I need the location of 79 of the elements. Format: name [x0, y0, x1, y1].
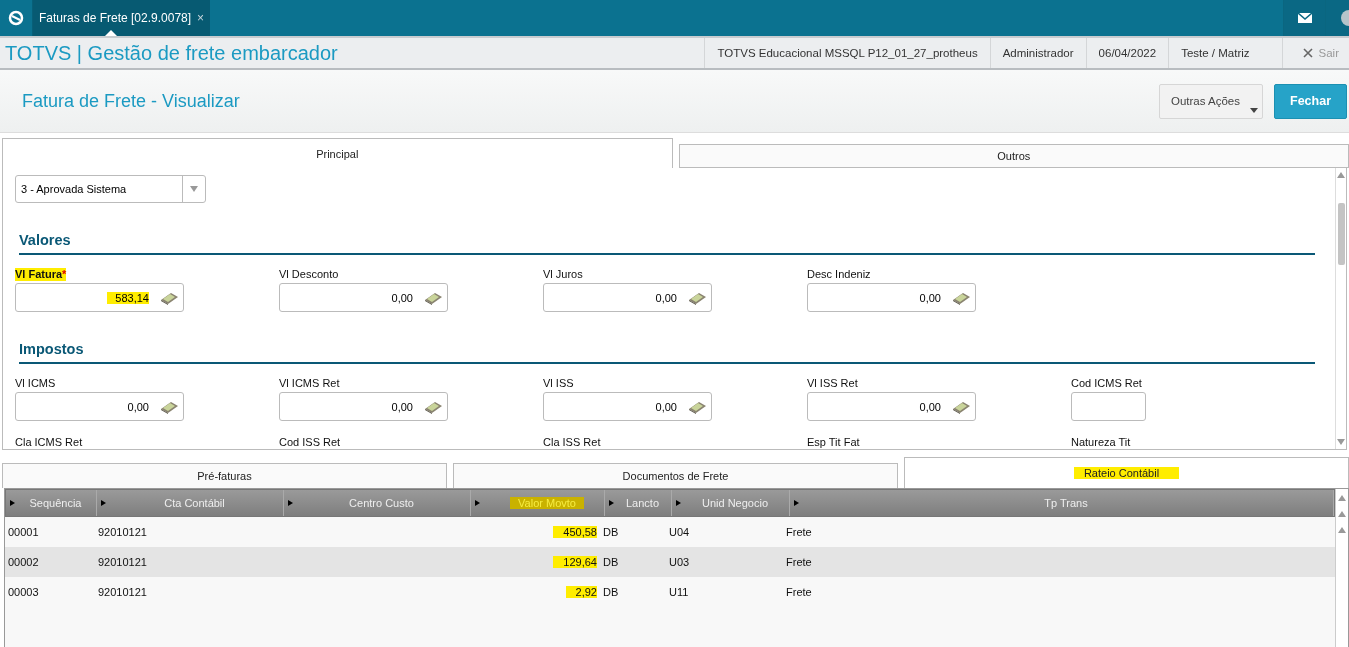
- field-label: Cod ICMS Ret: [1071, 377, 1142, 390]
- grid-tab[interactable]: Documentos de Frete: [453, 463, 898, 488]
- field-label: Vl ISS Ret: [807, 377, 858, 390]
- field-label: Desc Indeniz: [807, 268, 871, 281]
- field-label: Vl Fatura*: [15, 268, 67, 281]
- calculator-icon[interactable]: [159, 290, 179, 305]
- page-title: Fatura de Frete - Visualizar: [22, 90, 241, 112]
- table-cell: DB: [603, 586, 619, 598]
- input-field[interactable]: 583,14: [15, 283, 184, 312]
- header-info: Administrador: [989, 38, 1086, 68]
- field-value: 0,00: [655, 400, 677, 413]
- help-icon[interactable]: [1325, 0, 1349, 36]
- section-title: Valores: [19, 232, 1315, 255]
- calculator-icon[interactable]: [159, 399, 179, 414]
- table-cell: 92010121: [98, 556, 147, 568]
- grid-tab[interactable]: Rateio Contábil: [904, 457, 1349, 488]
- field-value: 0,00: [919, 400, 941, 413]
- table-cell: Frete: [786, 556, 812, 568]
- table-cell: DB: [603, 526, 619, 538]
- field-label: Cla ICMS Ret: [15, 436, 83, 449]
- header-info: Teste / Matriz: [1168, 38, 1262, 68]
- input-field[interactable]: 0,00: [807, 392, 976, 421]
- input-field[interactable]: 0,00: [15, 392, 184, 421]
- table-cell: U11: [669, 586, 689, 598]
- table-cell: 92010121: [98, 586, 147, 598]
- input-field[interactable]: 0,00: [807, 283, 976, 312]
- header-info: TOTVS Educacional MSSQL P12_01_27_protheus: [704, 38, 990, 68]
- field-value: 583,14: [107, 291, 149, 304]
- calculator-icon[interactable]: [951, 290, 971, 305]
- field-label: Cod ISS Ret: [279, 436, 341, 449]
- table-cell: 129,64: [553, 556, 597, 568]
- calculator-icon[interactable]: [423, 399, 443, 414]
- input-field[interactable]: [1071, 392, 1146, 421]
- field-value: 0,00: [655, 291, 677, 304]
- header-info: 06/04/2022: [1085, 38, 1169, 68]
- field-label: Vl ICMS Ret: [279, 377, 340, 390]
- calculator-icon[interactable]: [423, 290, 443, 305]
- input-field[interactable]: 0,00: [279, 283, 448, 312]
- scrollbar[interactable]: [1335, 168, 1346, 449]
- app-title: TOTVS | Gestão de frete embarcador: [5, 41, 339, 65]
- table-cell: 00001: [8, 526, 39, 538]
- field-value: 0,00: [127, 400, 149, 413]
- app-tab[interactable]: Faturas de Frete [02.9.0078] ×: [33, 0, 211, 36]
- field-value: 0,00: [391, 400, 413, 413]
- mail-icon[interactable]: [1283, 0, 1325, 36]
- input-field[interactable]: 0,00: [279, 392, 448, 421]
- table-cell: 00002: [8, 556, 39, 568]
- field-label: Vl Desconto: [279, 268, 339, 281]
- table-cell: Frete: [786, 526, 812, 538]
- table-cell: DB: [603, 556, 619, 568]
- input-field[interactable]: 0,00: [543, 283, 712, 312]
- field-label: Vl ISS: [543, 377, 574, 390]
- field-label: Vl Juros: [543, 268, 583, 281]
- field-value: 0,00: [391, 291, 413, 304]
- field-label: Natureza Tit: [1071, 436, 1131, 449]
- grid-tab[interactable]: Pré-faturas: [2, 463, 447, 488]
- table-cell: 00003: [8, 586, 39, 598]
- actions-button[interactable]: Outras Ações: [1158, 83, 1263, 119]
- close-icon[interactable]: [1302, 48, 1313, 58]
- field-label: Vl ICMS: [15, 377, 56, 390]
- calculator-icon[interactable]: [951, 399, 971, 414]
- field-label: Esp Tit Fat: [807, 436, 860, 449]
- table-cell: Frete: [786, 586, 812, 598]
- calculator-icon[interactable]: [687, 290, 707, 305]
- calculator-icon[interactable]: [687, 399, 707, 414]
- form-tab[interactable]: Principal: [2, 138, 673, 168]
- section-title: Impostos: [19, 341, 1315, 364]
- table-cell: 2,92: [565, 586, 597, 598]
- status-dropdown[interactable]: 3 - Aprovada Sistema: [15, 175, 206, 203]
- table-cell: 92010121: [98, 526, 147, 538]
- field-label: Cla ISS Ret: [543, 436, 601, 449]
- field-value: 0,00: [919, 291, 941, 304]
- table-cell: U04: [669, 526, 690, 538]
- input-field[interactable]: 0,00: [543, 392, 712, 421]
- form-tab[interactable]: Outros: [678, 144, 1349, 168]
- table-cell: U03: [669, 556, 690, 568]
- table-cell: 450,58: [553, 526, 597, 538]
- grid-scrollbar[interactable]: [1335, 489, 1348, 647]
- table-row[interactable]: 00002 92010121 129,64 DB U03 Frete: [5, 547, 1335, 577]
